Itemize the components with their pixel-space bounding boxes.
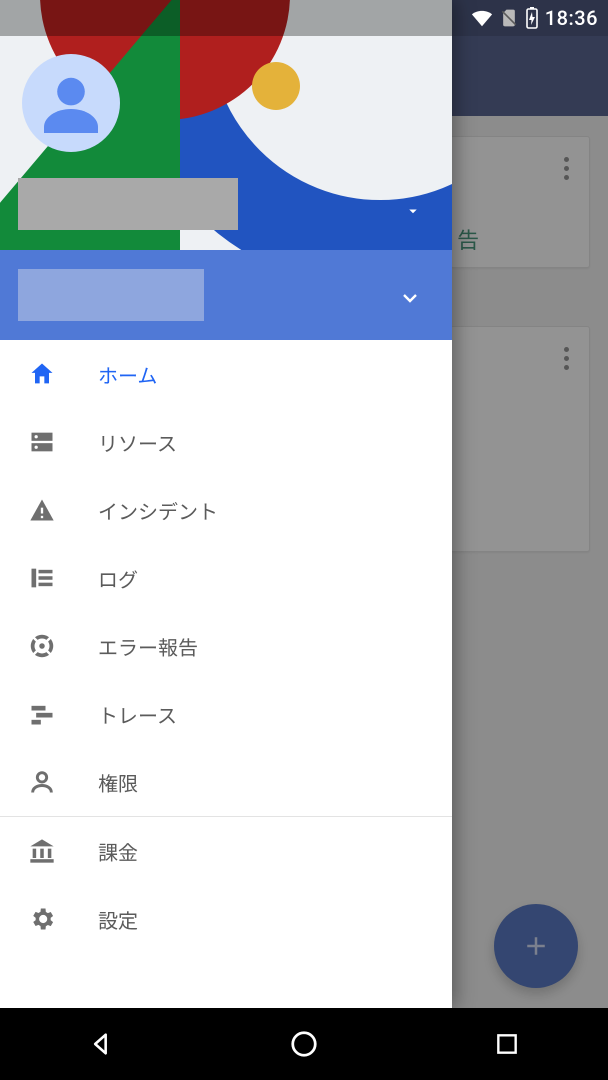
drawer-header — [0, 0, 452, 250]
sysnav-recent-button[interactable] — [489, 1026, 525, 1062]
nav-item-trace[interactable]: トレース — [0, 680, 452, 748]
nav-item-label: インシデント — [98, 496, 218, 525]
nav-item-label: 設定 — [98, 905, 138, 934]
system-navigation-bar — [0, 1008, 608, 1080]
circle-icon — [289, 1029, 319, 1059]
back-icon — [87, 1030, 115, 1058]
home-icon — [26, 360, 58, 388]
no-sim-icon — [499, 8, 519, 28]
nav-item-label: ログ — [98, 564, 138, 593]
gear-icon — [26, 905, 58, 933]
nav-item-label: ホーム — [98, 360, 157, 389]
chevron-down-icon — [398, 286, 422, 310]
bank-icon — [26, 837, 58, 865]
account-dropdown[interactable] — [404, 202, 422, 224]
project-switcher[interactable] — [0, 250, 452, 340]
triangle-down-icon — [404, 202, 422, 220]
avatar[interactable] — [22, 54, 120, 152]
nav-item-incidents[interactable]: インシデント — [0, 476, 452, 544]
storage-icon — [26, 428, 58, 456]
wifi-icon — [471, 7, 493, 29]
project-expand[interactable] — [398, 286, 422, 314]
nav-item-label: 権限 — [98, 768, 138, 797]
nav-item-home[interactable]: ホーム — [0, 340, 452, 408]
nav-item-label: 課金 — [98, 837, 138, 866]
person-icon — [26, 768, 58, 796]
nav-item-label: リソース — [98, 428, 177, 457]
warning-icon — [26, 496, 58, 524]
status-bar: 18:36 — [0, 0, 608, 36]
logs-icon — [26, 564, 58, 592]
nav-item-billing[interactable]: 課金 — [0, 817, 452, 885]
sysnav-home-button[interactable] — [286, 1026, 322, 1062]
nav-item-label: トレース — [98, 700, 177, 729]
account-name-redacted — [18, 178, 238, 230]
nav-item-logs[interactable]: ログ — [0, 544, 452, 612]
nav-item-settings[interactable]: 設定 — [0, 885, 452, 953]
nav-item-label: エラー報告 — [98, 632, 198, 661]
person-icon — [35, 67, 107, 139]
nav-item-iam[interactable]: 権限 — [0, 748, 452, 816]
project-name-redacted — [18, 269, 204, 321]
battery-charging-icon — [525, 7, 539, 29]
status-clock: 18:36 — [545, 6, 598, 30]
square-icon — [494, 1031, 520, 1057]
nav-item-resources[interactable]: リソース — [0, 408, 452, 476]
navigation-drawer: ホーム リソース インシデント ログ — [0, 0, 452, 1008]
nav-item-errors[interactable]: エラー報告 — [0, 612, 452, 680]
sysnav-back-button[interactable] — [83, 1026, 119, 1062]
trace-icon — [26, 700, 58, 728]
target-icon — [26, 631, 58, 661]
